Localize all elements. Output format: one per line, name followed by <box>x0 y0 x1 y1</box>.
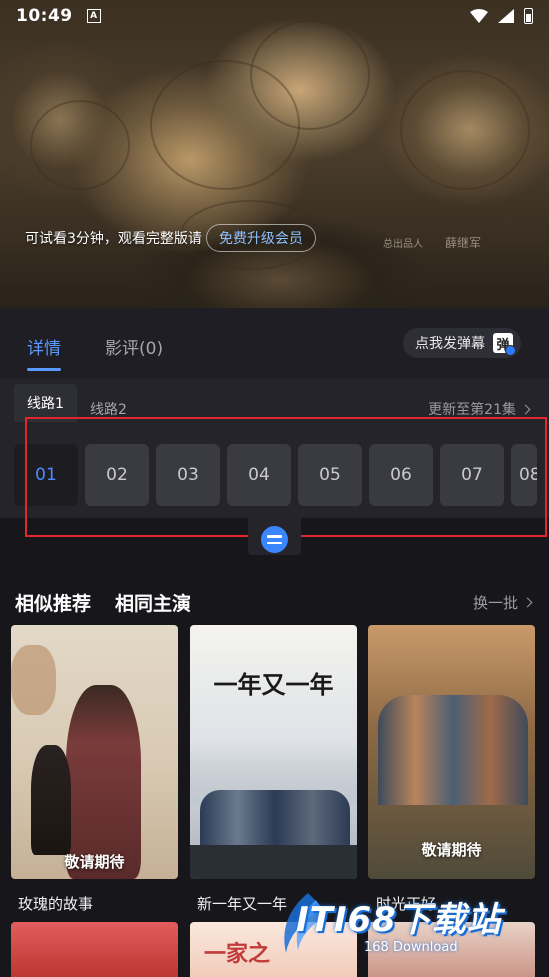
poster-new-year[interactable]: 一年又一年 <box>190 625 357 879</box>
watermark-title: ITI68下载站 <box>296 900 502 940</box>
expand-episodes-icon[interactable] <box>261 526 288 553</box>
refresh-button[interactable]: 换一批 <box>472 592 533 613</box>
chevron-right-icon <box>520 404 531 414</box>
trial-notice: 可试看3分钟，观看完整版请 免费升级会员 <box>25 224 316 252</box>
upgrade-vip-button[interactable]: 免费升级会员 <box>205 224 316 252</box>
refresh-label: 换一批 <box>472 594 518 612</box>
update-status[interactable]: 更新至第21集 <box>428 399 531 419</box>
credit-name: 薛继军 <box>444 236 481 250</box>
video-credits: 总出品人 薛继军 <box>383 234 481 251</box>
poster-caption: 敬请期待 <box>421 841 482 859</box>
danmu-icon: 弹 <box>493 333 516 356</box>
poster-caption: 敬请期待 <box>64 853 125 871</box>
update-text: 更新至第21集 <box>428 402 516 418</box>
trial-text: 可试看3分钟，观看完整版请 <box>25 231 202 247</box>
credit-role: 总出品人 <box>382 239 423 250</box>
status-time: 10:49 <box>16 6 73 26</box>
status-bar: 10:49 A <box>0 0 549 32</box>
poster-good-times[interactable]: 敬请期待 <box>368 625 535 879</box>
recommend-title[interactable]: 玫瑰的故事 <box>18 893 93 914</box>
signal-icon <box>498 9 514 23</box>
tab-active-indicator <box>27 368 61 371</box>
tab-similar[interactable]: 相似推荐 <box>15 589 91 616</box>
site-watermark: ITI68下载站 168 Download <box>268 880 548 970</box>
poster-rose-story[interactable]: 敬请期待 <box>11 625 178 879</box>
poster-caption: 一家之 <box>204 942 271 967</box>
poster-row2-item[interactable] <box>11 922 178 977</box>
recommend-header: 相似推荐 相同主演 换一批 <box>15 589 533 616</box>
route-tab-2[interactable]: 线路2 <box>90 399 127 419</box>
video-player[interactable]: 10:49 A 可试看3分钟，观看完整版请 免费升级会员 总出品人 薛继军 <box>0 0 549 308</box>
tab-reviews[interactable]: 影评(0) <box>105 334 163 359</box>
tab-detail[interactable]: 详情 <box>27 334 61 359</box>
tab-same-cast[interactable]: 相同主演 <box>115 589 191 616</box>
danmu-label: 点我发弹幕 <box>415 336 485 352</box>
battery-icon <box>524 8 533 24</box>
chevron-right-icon <box>522 597 533 608</box>
watermark-subtitle: 168 Download <box>364 940 458 955</box>
poster-caption: 一年又一年 <box>213 671 334 699</box>
wifi-icon <box>470 9 488 23</box>
send-danmu-button[interactable]: 点我发弹幕 弹 <box>403 328 521 358</box>
notification-icon: A <box>86 9 101 23</box>
